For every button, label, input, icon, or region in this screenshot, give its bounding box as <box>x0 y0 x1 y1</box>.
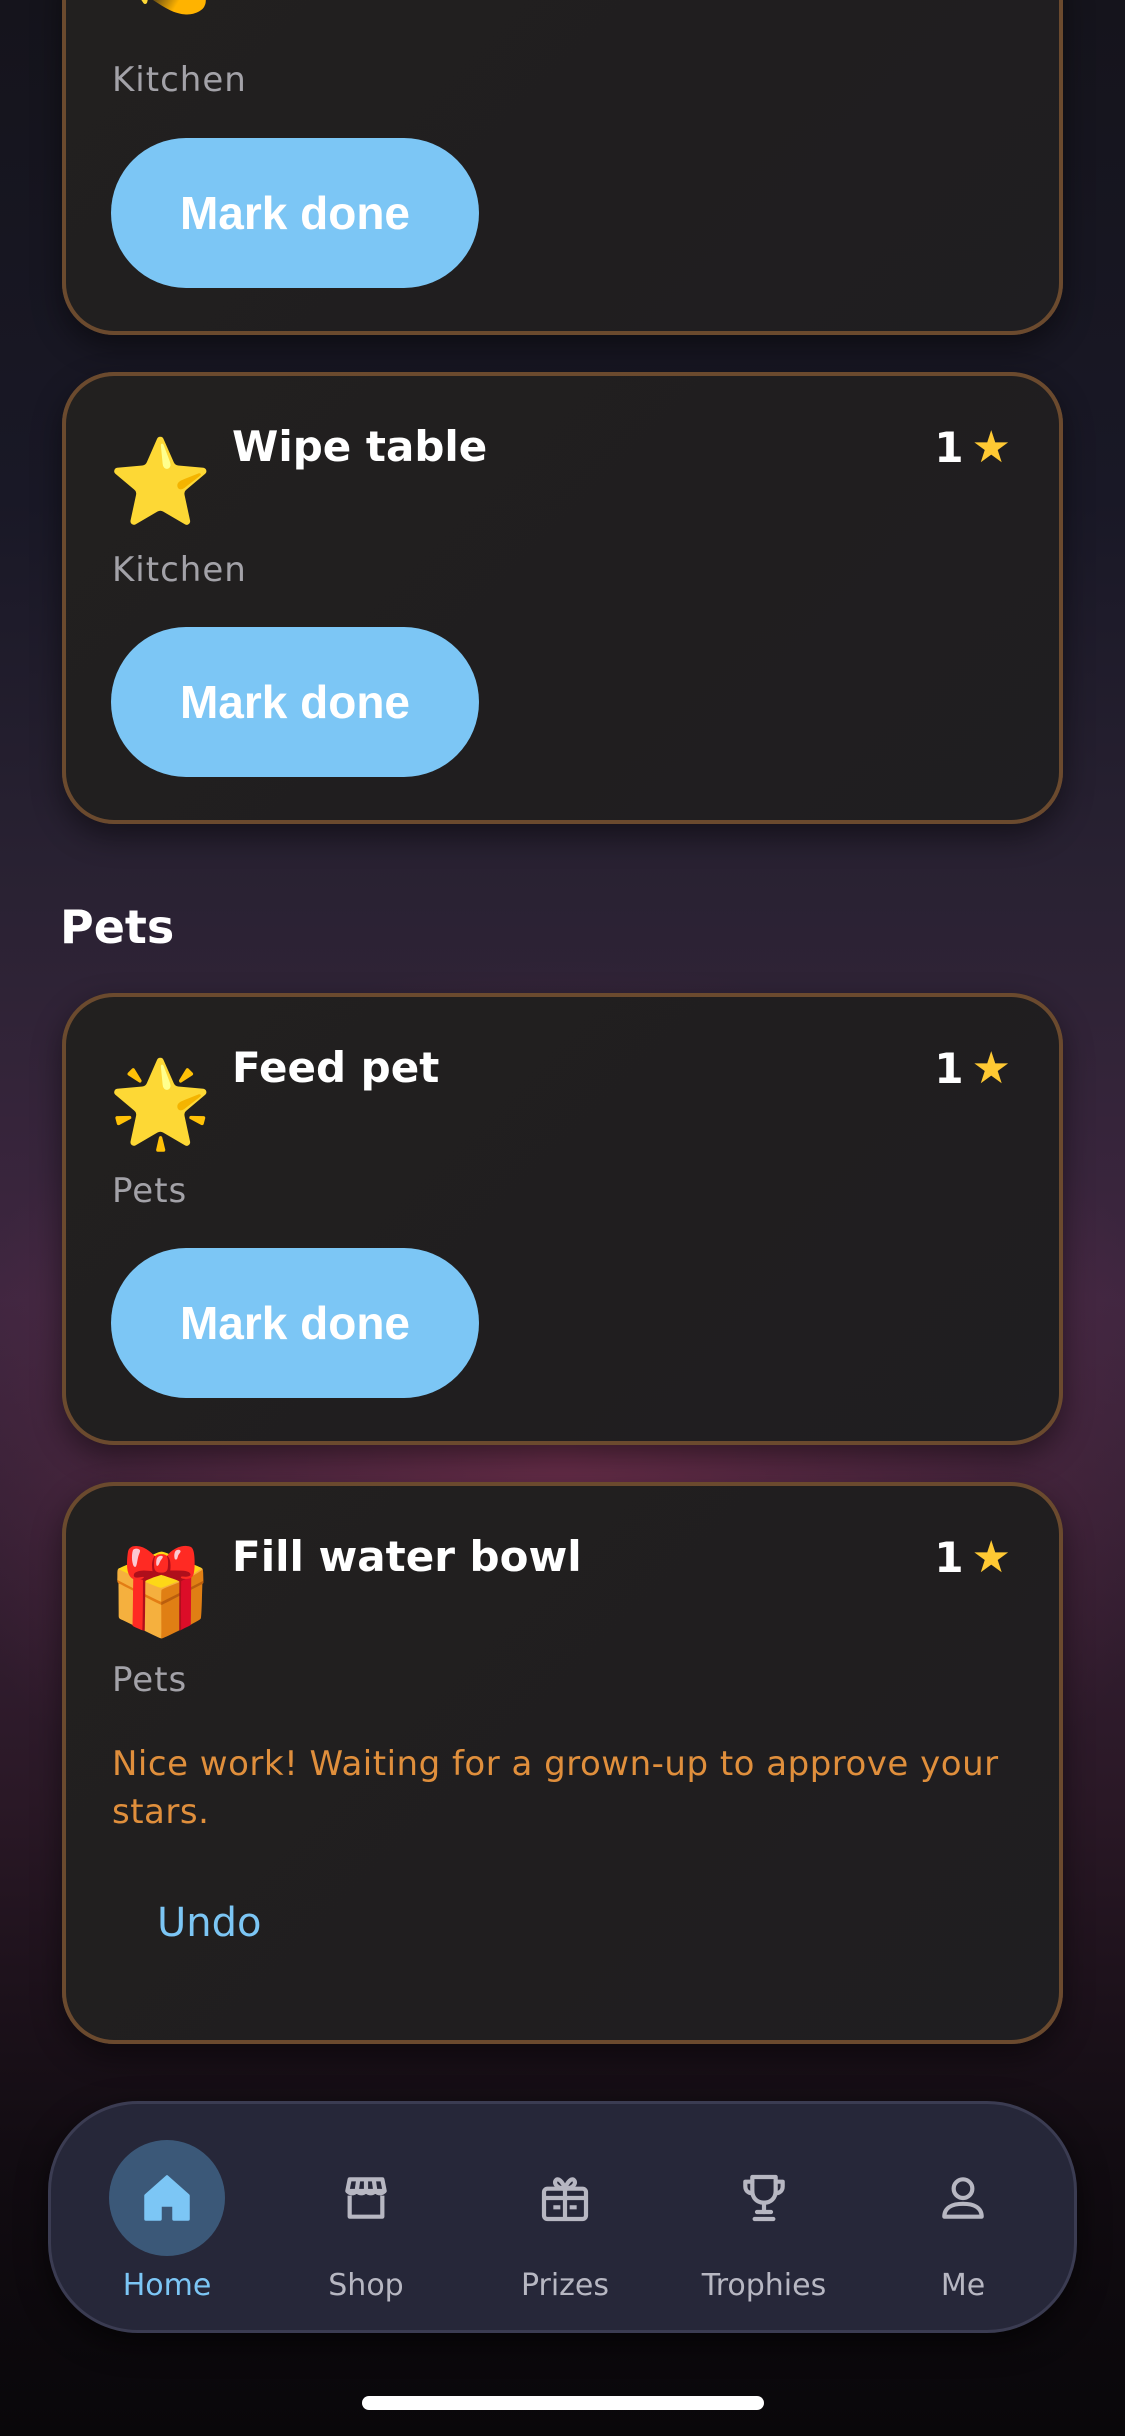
nav-label: Prizes <box>520 2268 610 2303</box>
star-count-value: 1 <box>934 423 964 472</box>
star-count-value: 1 <box>934 1044 964 1093</box>
glowing-star-icon: 🌟 <box>108 1054 213 1152</box>
nav-item-me[interactable]: Me <box>863 2104 1063 2336</box>
mark-done-button[interactable]: Mark done <box>111 1248 479 1398</box>
undo-button[interactable]: Undo <box>157 1900 262 1946</box>
trophy-icon <box>706 2140 822 2256</box>
star-icon: ★ <box>971 422 1011 473</box>
gift-icon: 🎁 <box>108 1543 213 1641</box>
section-title-pets: Pets <box>60 900 175 954</box>
dizzy-icon: 💫 <box>108 0 213 16</box>
card-title: Feed pet <box>232 1043 440 1092</box>
card-title: Fill water bowl <box>232 1532 582 1581</box>
card-category: Kitchen <box>112 550 247 590</box>
star-icon: ★ <box>971 1532 1011 1583</box>
chore-card: 💫 Kitchen Mark done <box>62 0 1063 335</box>
nav-label: Home <box>122 2268 212 2303</box>
card-category: Pets <box>112 1660 188 1700</box>
star-icon: ⭐ <box>108 433 213 531</box>
star-count: 1 ★ <box>934 1043 1011 1094</box>
mark-done-button[interactable]: Mark done <box>111 138 479 288</box>
gift-icon <box>507 2140 623 2256</box>
card-category: Pets <box>112 1171 188 1211</box>
nav-label: Shop <box>328 2268 404 2303</box>
chore-card: 🌟 Feed pet 1 ★ Pets Mark done <box>62 993 1063 1445</box>
card-category: Kitchen <box>112 60 247 100</box>
chore-card: ⭐ Wipe table 1 ★ Kitchen Mark done <box>62 372 1063 824</box>
star-icon: ★ <box>971 1043 1011 1094</box>
pending-approval-message: Nice work! Waiting for a grown-up to app… <box>112 1744 999 1832</box>
nav-item-shop[interactable]: Shop <box>266 2104 466 2336</box>
nav-item-trophies[interactable]: Trophies <box>664 2104 864 2336</box>
star-count-value: 1 <box>934 1533 964 1582</box>
star-count: 1 ★ <box>934 1532 1011 1583</box>
bottom-nav: Home Shop Prizes Trophies Me <box>48 2101 1077 2333</box>
nav-label: Trophies <box>701 2268 827 2303</box>
shop-icon <box>308 2140 424 2256</box>
home-icon <box>109 2140 225 2256</box>
user-icon <box>905 2140 1021 2256</box>
nav-label: Me <box>940 2268 986 2303</box>
mark-done-button[interactable]: Mark done <box>111 627 479 777</box>
star-count: 1 ★ <box>934 422 1011 473</box>
home-indicator <box>362 2396 764 2410</box>
nav-item-home[interactable]: Home <box>67 2104 267 2336</box>
card-title: Wipe table <box>232 422 488 471</box>
nav-item-prizes[interactable]: Prizes <box>465 2104 665 2336</box>
chore-card: 🎁 Fill water bowl 1 ★ Pets Nice work! Wa… <box>62 1482 1063 2044</box>
